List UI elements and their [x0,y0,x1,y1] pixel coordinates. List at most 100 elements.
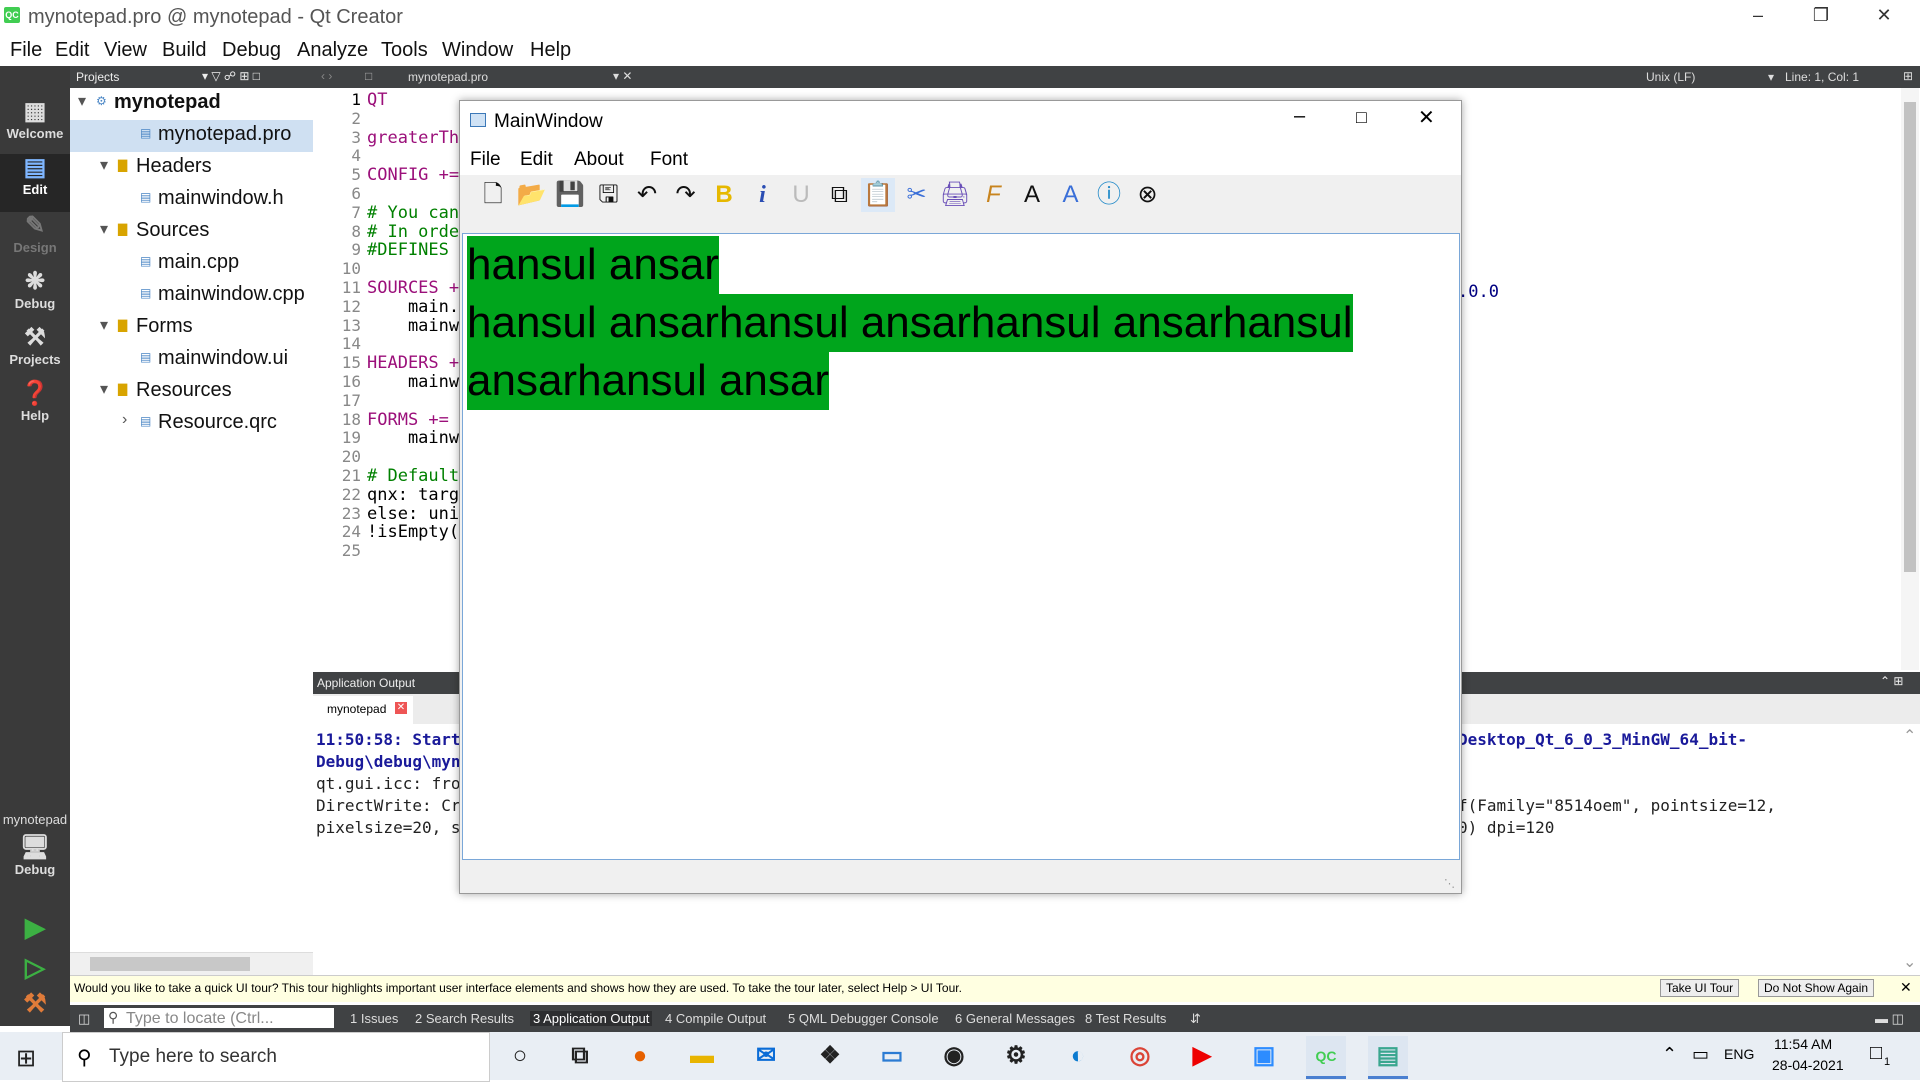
mode-debug[interactable]: ❋ Debug [0,268,70,311]
build-hammer-icon[interactable]: ⚒ [0,988,70,1019]
cortana-icon[interactable]: ○ [500,1036,540,1076]
copy-icon[interactable]: ⧉ [823,178,857,212]
clock-time[interactable]: 11:54 AM [1774,1036,1832,1052]
zoom-icon[interactable]: ▣ [1244,1036,1284,1076]
clock-date[interactable]: 28-04-2021 [1772,1057,1844,1073]
mode-help[interactable]: ❓ Help [0,380,70,423]
menu-debug[interactable]: Debug [222,39,281,62]
output-toggle-icon[interactable]: ▬ ◫ [1875,1011,1904,1027]
close-tour-icon[interactable]: ✕ [1900,979,1912,996]
tree-item[interactable]: ▾ ⚙ mynotepad [70,88,313,120]
output-pane-tab[interactable]: 4 Compile Output [665,1011,766,1026]
mw-maximize-button[interactable]: □ [1356,107,1367,128]
paste-icon[interactable]: 📋 [861,178,895,212]
mode-edit[interactable]: ▤ Edit [0,154,70,212]
menu-file[interactable]: File [10,39,42,62]
taskbar-search[interactable]: ⚲ Type here to search [62,1032,490,1082]
about-icon[interactable]: ⓘ [1092,178,1126,212]
task-view-icon[interactable]: ⧉ [560,1036,600,1076]
save-as-icon[interactable]: 🖫 [592,178,626,212]
mw-menu-about[interactable]: About [574,149,624,171]
file-explorer-icon[interactable]: ▬ [682,1036,722,1076]
tray-chevron-icon[interactable]: ⌃ [1662,1044,1677,1065]
mw-menu-file[interactable]: File [470,149,501,171]
save-icon[interactable]: 💾 [553,178,587,212]
split-icon[interactable]: ⊞ [1903,69,1913,83]
tree-item[interactable]: › ▤ Resource.qrc [70,408,313,440]
tree-item[interactable]: ▾ ▇ Sources [70,216,313,248]
menu-help[interactable]: Help [530,39,571,62]
menu-build[interactable]: Build [162,39,206,62]
menu-analyze[interactable]: Analyze [297,39,368,62]
mw-menu-font[interactable]: Font [650,149,688,171]
font-color-icon[interactable]: A [1015,178,1049,212]
output-scroll-down-icon[interactable]: ⌄ [1903,952,1916,972]
minimize-button[interactable]: – [1727,0,1789,32]
editor-file-tab[interactable]: mynotepad.pro [408,70,488,84]
kit-selector[interactable]: 🖥 Debug [0,834,70,877]
editor-scrollbar[interactable] [1901,88,1919,670]
menu-edit[interactable]: Edit [55,39,89,62]
tree-item[interactable]: ▾ ▇ Forms [70,312,313,344]
file-dropdown-icon[interactable]: ▾ ✕ [613,69,632,83]
expand-arrow-icon[interactable]: ▾ [78,91,86,111]
tree-item[interactable]: ▾ ▇ Headers [70,152,313,184]
open-folder-icon[interactable]: 📂 [515,178,549,212]
tree-item[interactable]: ▤ mainwindow.ui [70,344,313,376]
menu-view[interactable]: View [104,39,147,62]
mode-design[interactable]: ✎ Design [0,212,70,255]
expand-arrow-icon[interactable]: ▾ [100,315,108,335]
run-icon[interactable]: ▶ [0,912,70,943]
italic-icon[interactable]: i [746,178,780,212]
windows-start-icon[interactable]: ⊞ [16,1044,36,1073]
text-editor-area[interactable]: hansul ansar hansul ansarhansul ansarhan… [462,233,1460,860]
edge-icon[interactable]: ◐ [1058,1036,1098,1076]
output-pane-tab[interactable]: 5 QML Debugger Console [788,1011,939,1026]
new-file-icon[interactable]: 🗋 [476,178,510,212]
debug-run-icon[interactable]: ▷ [0,952,70,983]
dropbox-icon[interactable]: ❖ [810,1036,850,1076]
output-scroll-up-icon[interactable]: ⌃ [1903,726,1916,746]
chrome-icon[interactable]: ◎ [1120,1036,1160,1076]
expand-arrow-icon[interactable]: ▾ [100,219,108,239]
maximize-pane-icon[interactable]: ⌃ ⊞ [1880,674,1903,688]
mw-menu-edit[interactable]: Edit [520,149,553,171]
restore-button[interactable]: ❐ [1790,0,1852,32]
more-tabs-icon[interactable]: ⇵ [1190,1011,1201,1027]
camera-icon[interactable]: ◉ [934,1036,974,1076]
output-pane-tab[interactable]: 8 Test Results [1085,1011,1166,1026]
scrollbar-thumb[interactable] [1904,102,1916,572]
qt-creator-icon[interactable]: QC [1306,1036,1346,1079]
mail-icon[interactable]: ✉ [746,1036,786,1076]
undo-icon[interactable]: ↶ [630,178,664,212]
mw-close-button[interactable]: ✕ [1418,105,1435,130]
expand-arrow-icon[interactable]: › [122,411,127,429]
notification-icon[interactable]: □ [1870,1042,1882,1065]
take-tour-button[interactable]: Take UI Tour [1660,979,1740,997]
dismiss-tour-button[interactable]: Do Not Show Again [1758,979,1875,997]
notepad-app-icon[interactable]: ▤ [1368,1036,1408,1079]
nav-arrows-icon[interactable]: ‹ › [321,69,332,83]
font-icon[interactable]: F [977,178,1011,212]
line-ending-selector[interactable]: Unix (LF) [1646,70,1695,84]
resize-grip-icon[interactable]: ⋱ [1444,877,1455,890]
projects-selector[interactable]: Projects [76,70,119,84]
output-tab[interactable]: mynotepad ✕ [313,696,413,724]
mw-minimize-button[interactable]: – [1294,105,1305,128]
output-pane-tab[interactable]: 2 Search Results [415,1011,514,1026]
locator-input[interactable]: ⚲ Type to locate (Ctrl... [104,1008,334,1028]
tree-item[interactable]: ▾ ▇ Resources [70,376,313,408]
devices-icon[interactable]: ▭ [872,1036,912,1076]
close-button[interactable]: ✕ [1853,0,1915,32]
youtube-icon[interactable]: ▶ [1182,1036,1222,1076]
language-indicator[interactable]: ENG [1724,1046,1754,1062]
sidebar-toggle-icon[interactable]: ◫ [78,1011,90,1027]
close-circle-icon[interactable]: ⊗ [1131,178,1165,212]
expand-arrow-icon[interactable]: ▾ [100,379,108,399]
line-ending-dropdown-icon[interactable]: ▾ [1768,70,1774,84]
menu-tools[interactable]: Tools [381,39,428,62]
scrollbar-thumb[interactable] [90,957,250,971]
kit-project[interactable]: mynotepad [0,812,70,827]
tree-item[interactable]: ▤ mainwindow.h [70,184,313,216]
horizontal-scrollbar[interactable] [70,952,313,975]
